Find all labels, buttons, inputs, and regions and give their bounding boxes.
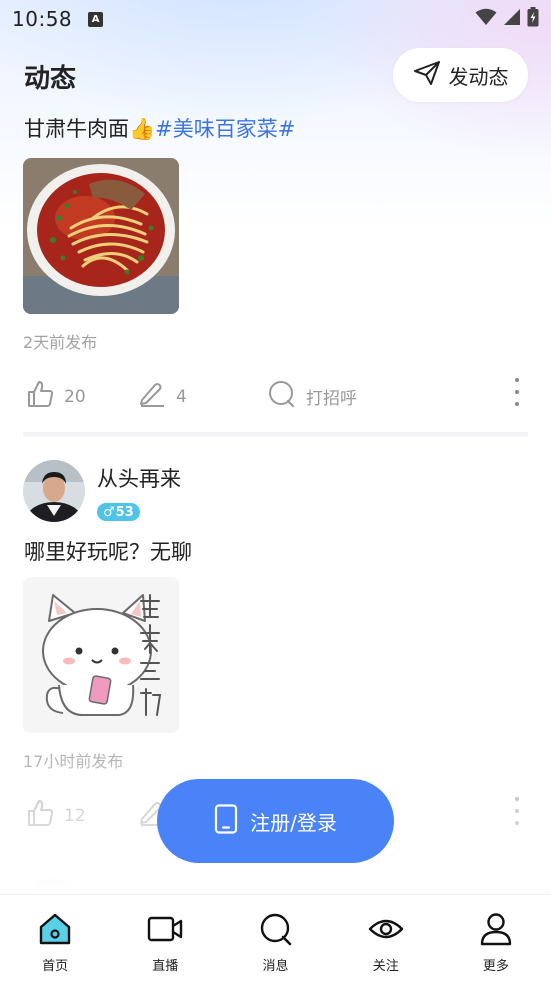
hashtag-link[interactable]: #美味百家菜# [155, 117, 295, 141]
post-text: 甘肃牛肉面👍#美味百家菜# [24, 113, 295, 143]
post-image[interactable] [23, 577, 179, 733]
like-count: 20 [64, 386, 86, 407]
thumbs-up-icon [26, 799, 54, 832]
register-login-label: 注册/登录 [250, 810, 337, 835]
thumbs-up-emoji: 👍 [129, 117, 156, 141]
tab-messages[interactable]: 消息 [220, 895, 330, 981]
male-icon: ♂ [103, 504, 115, 520]
post-text: 哪里好玩呢？无聊 [24, 536, 192, 566]
message-icon [258, 911, 294, 947]
post-moment-button[interactable]: 发动态 [393, 48, 528, 102]
tab-live[interactable]: 直播 [110, 895, 220, 981]
like-count: 12 [64, 805, 86, 826]
register-login-button[interactable]: 注册/登录 [157, 779, 394, 863]
tab-more[interactable]: 更多 [441, 895, 551, 981]
eye-icon [368, 911, 404, 947]
like-button[interactable]: 12 [26, 799, 86, 832]
status-icons [475, 7, 539, 31]
home-icon [37, 911, 73, 947]
comment-button[interactable]: 4 [138, 380, 187, 413]
status-time: 10:58 [12, 7, 73, 31]
chat-bubble-icon [268, 380, 296, 413]
greet-label: 打招呼 [306, 389, 357, 409]
age-value: 53 [115, 504, 134, 520]
phone-icon [214, 803, 238, 839]
tab-home[interactable]: 首页 [0, 895, 110, 981]
more-options-icon[interactable] [513, 797, 521, 825]
comment-count: 4 [176, 386, 187, 407]
pencil-icon [138, 380, 166, 413]
signal-icon [503, 8, 521, 30]
wifi-icon [475, 8, 497, 30]
page-header: 动态 发动态 [0, 48, 551, 104]
send-icon [413, 60, 441, 91]
more-options-icon[interactable] [513, 378, 521, 406]
avatar[interactable] [23, 460, 85, 522]
gender-age-badge: ♂ 53 [97, 503, 140, 521]
video-icon [147, 911, 183, 947]
thumbs-up-icon [26, 380, 54, 413]
post-actions: 20 4 打招呼 [0, 372, 551, 412]
post-image[interactable] [23, 158, 179, 314]
greet-button[interactable]: 打招呼 [268, 380, 357, 413]
tab-live-label: 直播 [152, 959, 179, 974]
tab-follow[interactable]: 关注 [331, 895, 441, 981]
post-time: 2天前发布 [23, 333, 98, 352]
post-moment-label: 发动态 [448, 64, 509, 89]
status-bar: 10:58 A [0, 0, 551, 38]
post-divider [23, 432, 528, 437]
page-title: 动态 [24, 64, 77, 94]
battery-icon [527, 7, 539, 31]
like-button[interactable]: 20 [26, 380, 86, 413]
post-text-body: 甘肃牛肉面 [24, 117, 129, 141]
tab-messages-label: 消息 [262, 959, 289, 974]
tab-more-label: 更多 [482, 959, 509, 974]
bottom-tab-bar: 首页 直播 消息 关注 更多 [0, 894, 551, 981]
a-icon: A [88, 11, 104, 27]
tab-home-label: 首页 [42, 959, 69, 974]
user-icon [478, 911, 514, 947]
post-text-body: 哪里好玩呢？无聊 [24, 540, 192, 564]
username[interactable]: 从头再来 [97, 463, 181, 493]
post-time: 17小时前发布 [23, 752, 124, 771]
tab-follow-label: 关注 [372, 959, 399, 974]
